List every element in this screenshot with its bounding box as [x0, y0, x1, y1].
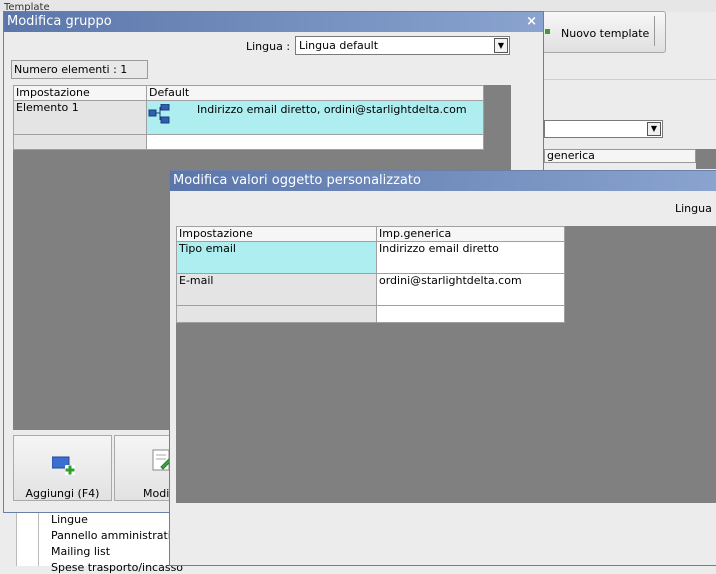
language-select-value: Lingua default — [299, 39, 379, 52]
custom-object-icon — [148, 104, 170, 124]
background-grid-area — [696, 149, 716, 169]
grid-header-generic: Imp.generica — [376, 226, 565, 242]
add-button[interactable]: Aggiungi (F4) — [13, 435, 112, 501]
chevron-down-icon[interactable]: ▼ — [494, 38, 508, 53]
group-window-title: Modifica gruppo — [7, 14, 112, 29]
table-row-empty[interactable] — [176, 305, 565, 323]
tree-item-mailing[interactable]: Mailing list — [51, 545, 110, 558]
chevron-down-icon[interactable]: ▼ — [647, 122, 661, 136]
grid-header-setting: Impostazione — [13, 85, 147, 101]
new-template-label: Nuovo template — [561, 27, 650, 40]
grid-cell-value[interactable]: Indirizzo email diretto, ordini@starligh… — [146, 100, 484, 135]
table-row[interactable]: Tipo email Indirizzo email diretto — [176, 241, 565, 274]
grid-header-default: Default — [146, 85, 484, 101]
new-template-button[interactable]: Nuovo template — [540, 11, 666, 53]
language-label: Lingua : — [675, 202, 716, 215]
background-select[interactable]: ▼ — [544, 120, 663, 138]
grid-cell-empty[interactable] — [13, 134, 147, 150]
values-window-titlebar[interactable]: Modifica valori oggetto personalizzato — [170, 171, 716, 191]
grid-cell-empty[interactable] — [146, 134, 484, 150]
tree-line — [38, 510, 39, 566]
grid-cell-value[interactable]: Indirizzo email diretto — [376, 241, 565, 274]
tree-item-pannello[interactable]: Pannello amministrativo — [51, 529, 184, 542]
grid-value-text: Indirizzo email diretto, ordini@starligh… — [197, 103, 467, 116]
language-select[interactable]: Lingua default ▼ — [295, 36, 510, 55]
new-template-icon — [545, 29, 550, 34]
group-window-titlebar[interactable]: Modifica gruppo × — [4, 12, 543, 32]
grid-cell-empty[interactable] — [376, 305, 565, 323]
background-column-header: generica — [544, 149, 696, 163]
grid-header-setting: Impostazione — [176, 226, 377, 242]
table-row[interactable]: E-mail ordini@starlightdelta.com — [176, 273, 565, 306]
table-row[interactable]: Elemento 1 Indirizzo email diretto, ordi… — [13, 100, 484, 135]
grid-cell-setting[interactable]: Elemento 1 — [13, 100, 147, 135]
background-divider — [544, 79, 716, 80]
grid-cell-value[interactable]: ordini@starlightdelta.com — [376, 273, 565, 306]
values-edit-window: Modifica valori oggetto personalizzato L… — [169, 170, 716, 566]
values-window-title: Modifica valori oggetto personalizzato — [173, 173, 421, 188]
element-count: Numero elementi : 1 — [11, 60, 148, 79]
add-button-label: Aggiungi (F4) — [25, 487, 100, 500]
tree-item-lingue[interactable]: Lingue — [51, 513, 88, 526]
grid-cell-setting[interactable]: Tipo email — [176, 241, 377, 274]
close-icon[interactable]: × — [526, 12, 537, 32]
button-separator — [654, 16, 655, 46]
values-grid-area: Impostazione Imp.generica Tipo email Ind… — [176, 226, 716, 503]
grid-cell-setting[interactable]: E-mail — [176, 273, 377, 306]
group-grid: Impostazione Default Elemento 1 Indirizz… — [13, 85, 484, 150]
language-label: Lingua : — [246, 40, 291, 53]
background-tree: Lingue Pannello amministrativo Mailing l… — [16, 510, 184, 574]
grid-cell-empty[interactable] — [176, 305, 377, 323]
values-grid: Impostazione Imp.generica Tipo email Ind… — [176, 226, 565, 323]
modify-button[interactable]: Modifica — [114, 435, 174, 501]
modify-button-label: Modifica — [143, 487, 173, 500]
table-row-empty[interactable] — [13, 134, 484, 150]
add-icon — [52, 456, 75, 475]
tree-item-spese[interactable]: Spese trasporto/incasso — [51, 561, 183, 574]
